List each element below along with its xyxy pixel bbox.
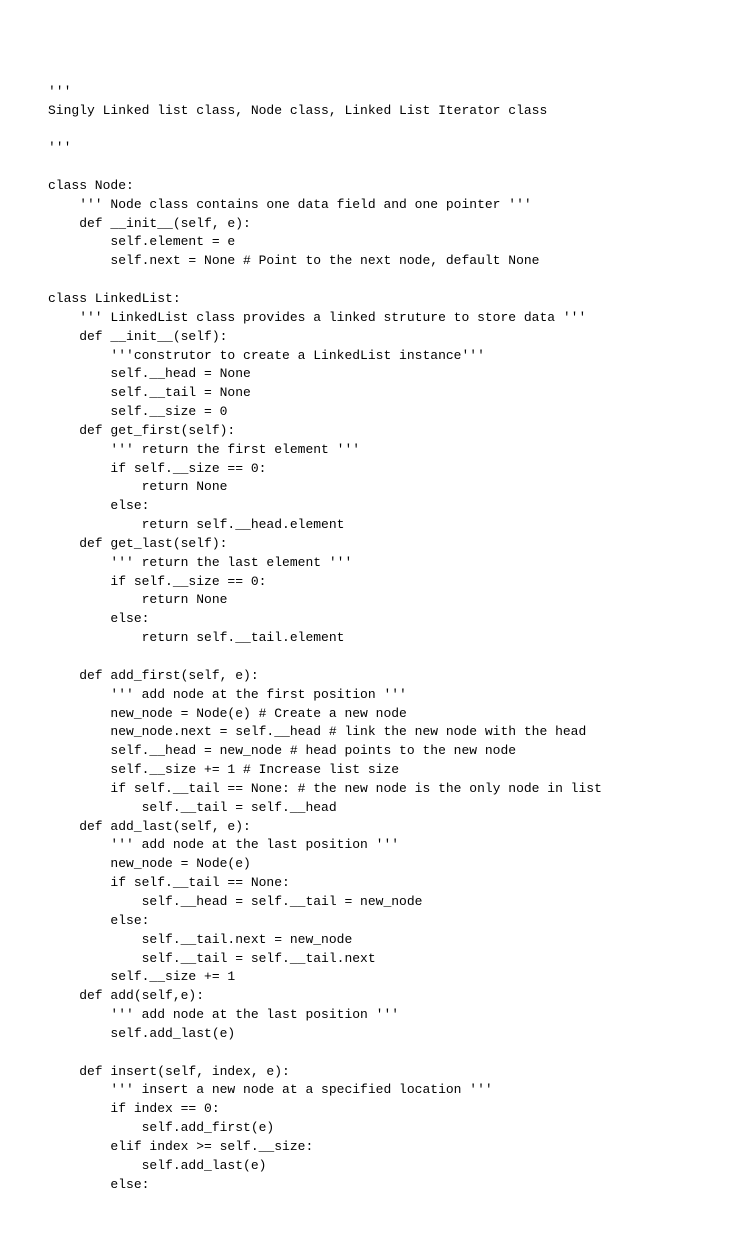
code-document: ''' Singly Linked list class, Node class… <box>0 0 749 1258</box>
code-block: ''' Singly Linked list class, Node class… <box>48 83 701 1195</box>
